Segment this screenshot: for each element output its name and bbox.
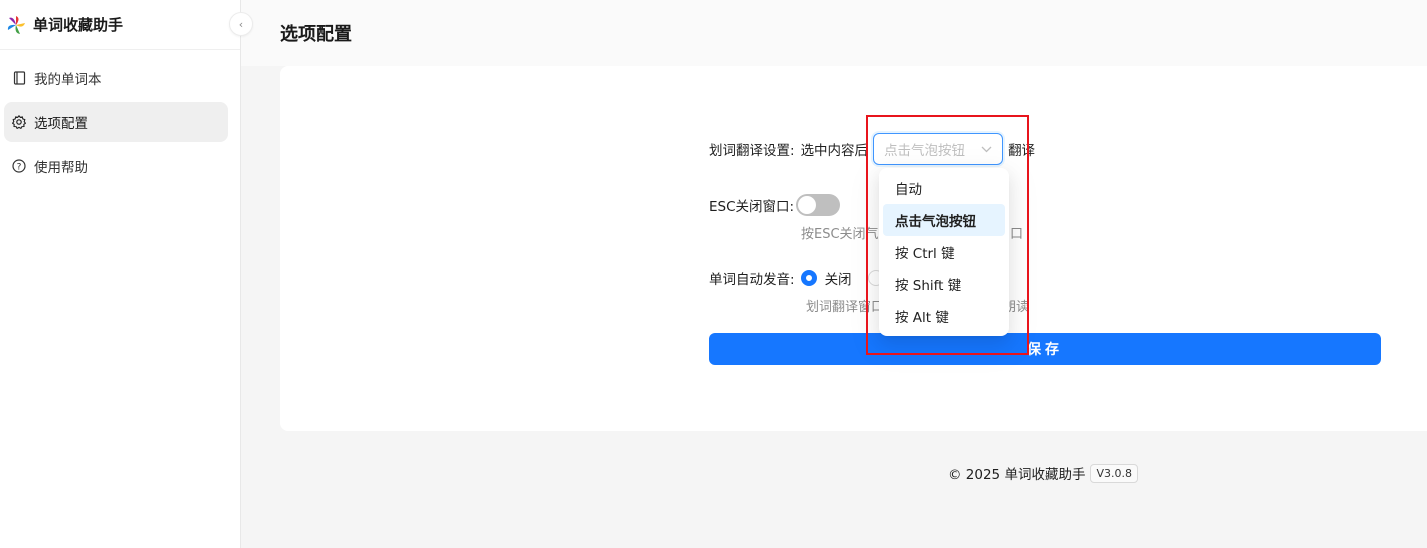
esc-close-switch[interactable] <box>796 194 841 216</box>
collapse-sidebar-button[interactable]: ‹ <box>229 12 253 36</box>
select-value: 点击气泡按钮 <box>884 143 966 159</box>
translate-label: 划词翻译设置: <box>709 143 795 159</box>
book-icon <box>12 71 26 85</box>
save-button[interactable]: 保存 <box>709 333 1381 365</box>
option-shift-key[interactable]: 按 Shift 键 <box>883 268 1005 300</box>
esc-setting-row: ESC关闭窗口: <box>709 194 841 216</box>
chevron-left-icon: ‹ <box>238 17 244 31</box>
sidebar: 单词收藏助手 我的单词本 选项配置 ? 使用帮助 <box>0 0 241 548</box>
esc-label: ESC关闭窗口: <box>709 199 795 215</box>
pinwheel-logo-icon <box>7 15 25 34</box>
option-auto[interactable]: 自动 <box>883 172 1005 204</box>
app-title: 单词收藏助手 <box>33 16 124 34</box>
radio-off-label: 关闭 <box>824 272 852 288</box>
auto-pronounce-row: 单词自动发音: 关闭 <box>709 268 892 288</box>
esc-hint-left: 按ESC关闭气 <box>801 227 879 242</box>
gear-icon <box>12 115 26 129</box>
translate-suffix: 翻译 <box>1008 143 1036 159</box>
help-circle-icon: ? <box>12 159 26 173</box>
version-badge: V3.0.8 <box>1090 463 1138 483</box>
page-title: 选项配置 <box>280 24 352 45</box>
auto-pronounce-hint-left: 划词翻译窗口 <box>806 300 885 315</box>
radio-off[interactable] <box>800 270 817 286</box>
sidebar-item-wordbook[interactable]: 我的单词本 <box>4 58 228 98</box>
sidebar-menu: 我的单词本 选项配置 ? 使用帮助 <box>0 50 240 186</box>
chevron-down-icon <box>981 141 992 157</box>
sidebar-item-settings[interactable]: 选项配置 <box>4 102 228 142</box>
translate-setting-row: 划词翻译设置: 选中内容后 点击气泡按钮 翻译 <box>709 133 1035 165</box>
sidebar-item-help[interactable]: ? 使用帮助 <box>4 146 228 186</box>
esc-hint-right: 口 <box>1010 227 1024 242</box>
header-band <box>241 0 1427 66</box>
option-click-bubble[interactable]: 点击气泡按钮 <box>883 204 1005 236</box>
translate-prefix: 选中内容后 <box>800 143 869 159</box>
sidebar-item-label: 选项配置 <box>34 116 88 132</box>
auto-pronounce-label: 单词自动发音: <box>709 272 795 288</box>
brand: 单词收藏助手 <box>0 0 240 50</box>
option-alt-key[interactable]: 按 Alt 键 <box>883 300 1005 332</box>
translate-options-dropdown: 自动 点击气泡按钮 按 Ctrl 键 按 Shift 键 按 Alt 键 <box>879 168 1009 336</box>
settings-card <box>280 66 1427 431</box>
footer: © 2025 单词收藏助手 V3.0.8 <box>948 463 1138 483</box>
translate-trigger-select[interactable]: 点击气泡按钮 <box>873 133 1004 165</box>
option-ctrl-key[interactable]: 按 Ctrl 键 <box>883 236 1005 268</box>
svg-text:?: ? <box>17 162 22 172</box>
sidebar-item-label: 我的单词本 <box>34 72 102 88</box>
copyright: © 2025 单词收藏助手 <box>948 467 1086 483</box>
switch-knob <box>798 196 817 214</box>
sidebar-item-label: 使用帮助 <box>34 160 88 176</box>
